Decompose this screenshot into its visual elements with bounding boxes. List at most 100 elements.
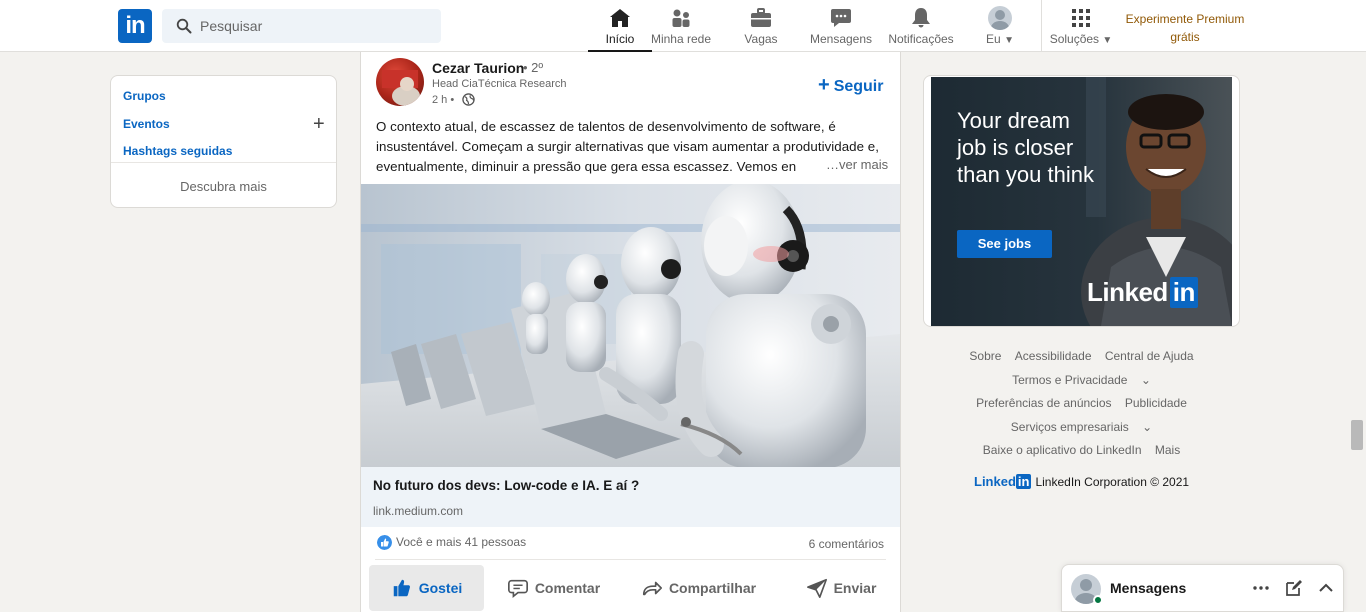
footer-link-advertising[interactable]: Publicidade bbox=[1125, 396, 1187, 410]
thumbs-up-icon bbox=[393, 579, 410, 597]
link-domain: link.medium.com bbox=[373, 504, 464, 518]
nav-my-network[interactable]: Minha rede bbox=[645, 0, 717, 52]
nav-me-label: Eu ▼ bbox=[980, 32, 1020, 46]
scrollbar-thumb[interactable] bbox=[1351, 420, 1363, 450]
add-event-icon[interactable]: + bbox=[313, 114, 325, 134]
link-title[interactable]: No futuro dos devs: Low-code e IA. E aí … bbox=[373, 478, 639, 493]
discover-more-button[interactable]: Descubra mais bbox=[111, 179, 336, 194]
nav-solutions-text: Soluções bbox=[1049, 32, 1100, 46]
home-icon bbox=[610, 9, 630, 27]
premium-trial-link[interactable]: Experimente Premium grátis bbox=[1118, 10, 1252, 46]
ad-brand-text: Linked bbox=[1087, 277, 1168, 307]
left-rail-card: Grupos Eventos + Hashtags seguidas Descu… bbox=[110, 75, 337, 208]
author-name[interactable]: Cezar Taurion bbox=[432, 60, 524, 76]
footer-linkedin-logo: Linked in bbox=[974, 474, 1032, 489]
linkedin-logo[interactable]: in bbox=[118, 9, 152, 43]
ad-brand-in: in bbox=[1169, 277, 1198, 308]
globe-icon bbox=[462, 93, 475, 106]
like-label: Gostei bbox=[418, 580, 463, 596]
premium-line1: Experimente Premium bbox=[1125, 12, 1245, 26]
events-link[interactable]: Eventos bbox=[123, 117, 170, 131]
like-button[interactable]: Gostei bbox=[369, 565, 484, 611]
footer-link-more[interactable]: Mais bbox=[1155, 443, 1180, 457]
messaging-label[interactable]: Mensagens bbox=[1110, 580, 1186, 596]
footer-brand: Linked in LinkedIn Corporation © 2021 bbox=[974, 474, 1189, 489]
see-more-link[interactable]: …ver mais bbox=[822, 157, 889, 172]
footer-link-terms[interactable]: Termos e Privacidade ⌄ bbox=[1007, 373, 1156, 387]
comments-count[interactable]: 6 comentários bbox=[809, 537, 884, 551]
divider bbox=[375, 559, 886, 560]
footer-link-accessibility[interactable]: Acessibilidade bbox=[1015, 349, 1092, 363]
caret-down-icon: ▼ bbox=[1102, 35, 1113, 46]
bell-icon bbox=[912, 8, 930, 28]
nav-solutions-label: Soluções ▼ bbox=[1048, 32, 1114, 46]
post-image[interactable] bbox=[361, 184, 900, 468]
search-input[interactable] bbox=[200, 9, 430, 43]
chevron-up-icon[interactable] bbox=[1317, 579, 1335, 597]
nav-jobs-label: Vagas bbox=[744, 32, 778, 46]
divider bbox=[111, 162, 336, 163]
nav-solutions[interactable]: Soluções ▼ bbox=[1048, 0, 1114, 52]
footer-link-business[interactable]: Serviços empresariais ⌄ bbox=[1006, 420, 1157, 434]
comment-label: Comentar bbox=[534, 580, 601, 596]
send-button[interactable]: Enviar bbox=[786, 565, 896, 611]
reactions-count[interactable]: Você e mais 41 pessoas bbox=[396, 535, 526, 549]
footer-link-about[interactable]: Sobre bbox=[969, 349, 1001, 363]
groups-link[interactable]: Grupos bbox=[123, 89, 166, 103]
messaging-overlay[interactable]: Mensagens bbox=[1061, 564, 1344, 612]
followed-hashtags-link[interactable]: Hashtags seguidas bbox=[123, 144, 232, 158]
footer-link-help[interactable]: Central de Ajuda bbox=[1105, 349, 1194, 363]
nav-notifications-label: Notificações bbox=[888, 32, 954, 46]
see-jobs-button[interactable]: See jobs bbox=[957, 230, 1052, 258]
network-icon bbox=[672, 9, 690, 27]
share-label: Compartilhar bbox=[668, 580, 757, 596]
compose-icon[interactable] bbox=[1285, 579, 1303, 597]
footer-link-ad-prefs[interactable]: Preferências de anúncios bbox=[976, 396, 1111, 410]
footer-link-app[interactable]: Baixe o aplicativo do LinkedIn bbox=[983, 443, 1142, 457]
more-options-icon[interactable] bbox=[1252, 579, 1270, 597]
nav-home-label: Início bbox=[605, 32, 635, 46]
share-button[interactable]: Compartilhar bbox=[631, 565, 766, 611]
footer-business-text: Serviços empresariais bbox=[1010, 419, 1129, 434]
nav-jobs[interactable]: Vagas bbox=[731, 0, 791, 52]
comment-button[interactable]: Comentar bbox=[496, 565, 611, 611]
footer-brand-text: Linked bbox=[974, 474, 1016, 489]
nav-messaging-label: Mensagens bbox=[809, 32, 873, 46]
footer-terms-text: Termos e Privacidade bbox=[1012, 372, 1128, 387]
nav-notifications[interactable]: Notificações bbox=[886, 0, 956, 52]
author-headline: Head CiaTécnica Research bbox=[432, 78, 567, 90]
caret-down-icon: ▼ bbox=[1004, 35, 1014, 46]
nav-home[interactable]: Início bbox=[588, 0, 652, 52]
plus-icon: + bbox=[818, 74, 830, 96]
ad-banner[interactable]: Your dream job is closer than you think … bbox=[931, 77, 1232, 326]
follow-button[interactable]: + Seguir bbox=[818, 74, 883, 97]
search-icon bbox=[176, 18, 192, 34]
share-icon bbox=[642, 581, 662, 596]
feed-post: Cezar Taurion • 2º Head CiaTécnica Resea… bbox=[360, 52, 901, 612]
page-scrollbar[interactable] bbox=[1349, 52, 1366, 612]
follow-label: Seguir bbox=[833, 78, 884, 95]
chevron-down-icon: ⌄ bbox=[1142, 419, 1153, 434]
chevron-down-icon: ⌄ bbox=[1140, 372, 1151, 387]
nav-me[interactable]: Eu ▼ bbox=[980, 0, 1020, 52]
author-photo-image bbox=[382, 70, 420, 106]
link-preview[interactable]: No futuro dos devs: Low-code e IA. E aí … bbox=[361, 467, 900, 527]
top-navbar: in Início Minha rede Vagas bbox=[0, 0, 1366, 52]
briefcase-icon bbox=[751, 8, 771, 27]
search-bar[interactable] bbox=[162, 9, 441, 43]
like-reaction-icon bbox=[377, 535, 392, 550]
send-icon bbox=[806, 578, 827, 598]
footer-links: Sobre Acessibilidade Central de Ajuda Te… bbox=[923, 345, 1240, 463]
author-avatar[interactable] bbox=[376, 58, 424, 106]
grid-icon bbox=[1072, 9, 1090, 27]
post-time: 2 h • bbox=[432, 94, 455, 106]
avatar bbox=[988, 6, 1012, 30]
nav-divider bbox=[1041, 0, 1042, 52]
ad-headline: Your dream job is closer than you think bbox=[957, 108, 1094, 187]
messaging-icon bbox=[831, 9, 851, 27]
connection-degree: • 2º bbox=[523, 60, 544, 75]
footer-copyright: LinkedIn Corporation © 2021 bbox=[1035, 474, 1190, 489]
nav-my-network-label: Minha rede bbox=[650, 32, 712, 46]
nav-me-text: Eu bbox=[986, 32, 1001, 46]
nav-messaging[interactable]: Mensagens bbox=[808, 0, 874, 52]
